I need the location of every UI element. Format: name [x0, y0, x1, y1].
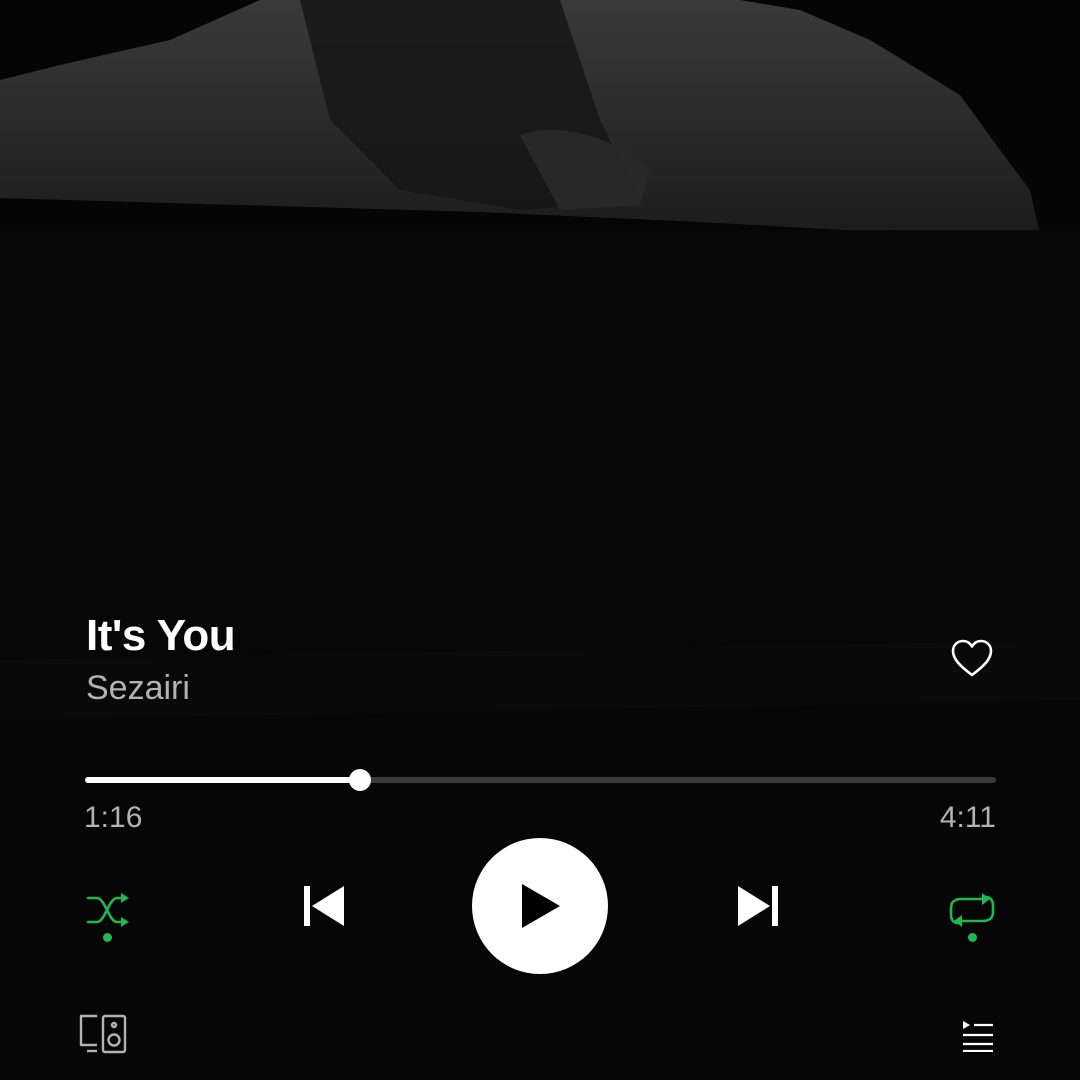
track-title[interactable]: It's You: [86, 606, 846, 666]
play-icon: [522, 884, 560, 928]
previous-track-button[interactable]: [292, 874, 356, 938]
devices-button[interactable]: [72, 1006, 134, 1062]
elapsed-time: 1:16: [84, 801, 143, 834]
queue-icon: [963, 1021, 993, 1052]
track-artist[interactable]: Sezairi: [86, 666, 846, 710]
queue-button[interactable]: [952, 1010, 1004, 1062]
seek-bar-handle[interactable]: [349, 769, 372, 791]
track-info: It's You Sezairi: [86, 606, 846, 710]
like-button[interactable]: [944, 630, 1000, 686]
seek-bar-elapsed-fill: [85, 777, 361, 783]
next-track-button[interactable]: [726, 874, 790, 938]
total-duration: 4:11: [939, 801, 996, 834]
devices-icon: [79, 1014, 127, 1054]
skip-previous-icon: [304, 886, 344, 926]
seek-bar-track: [85, 777, 996, 783]
shuffle-active-indicator: [103, 933, 112, 942]
shuffle-icon: [86, 893, 129, 927]
now-playing-screen: It's You Sezairi 1:16 4:11: [0, 0, 1080, 1080]
heart-outline-icon: [951, 639, 993, 677]
play-button[interactable]: [472, 838, 608, 974]
seek-bar[interactable]: [85, 766, 996, 794]
skip-next-icon: [738, 886, 778, 926]
repeat-icon: [949, 893, 995, 927]
repeat-active-indicator: [968, 933, 977, 942]
